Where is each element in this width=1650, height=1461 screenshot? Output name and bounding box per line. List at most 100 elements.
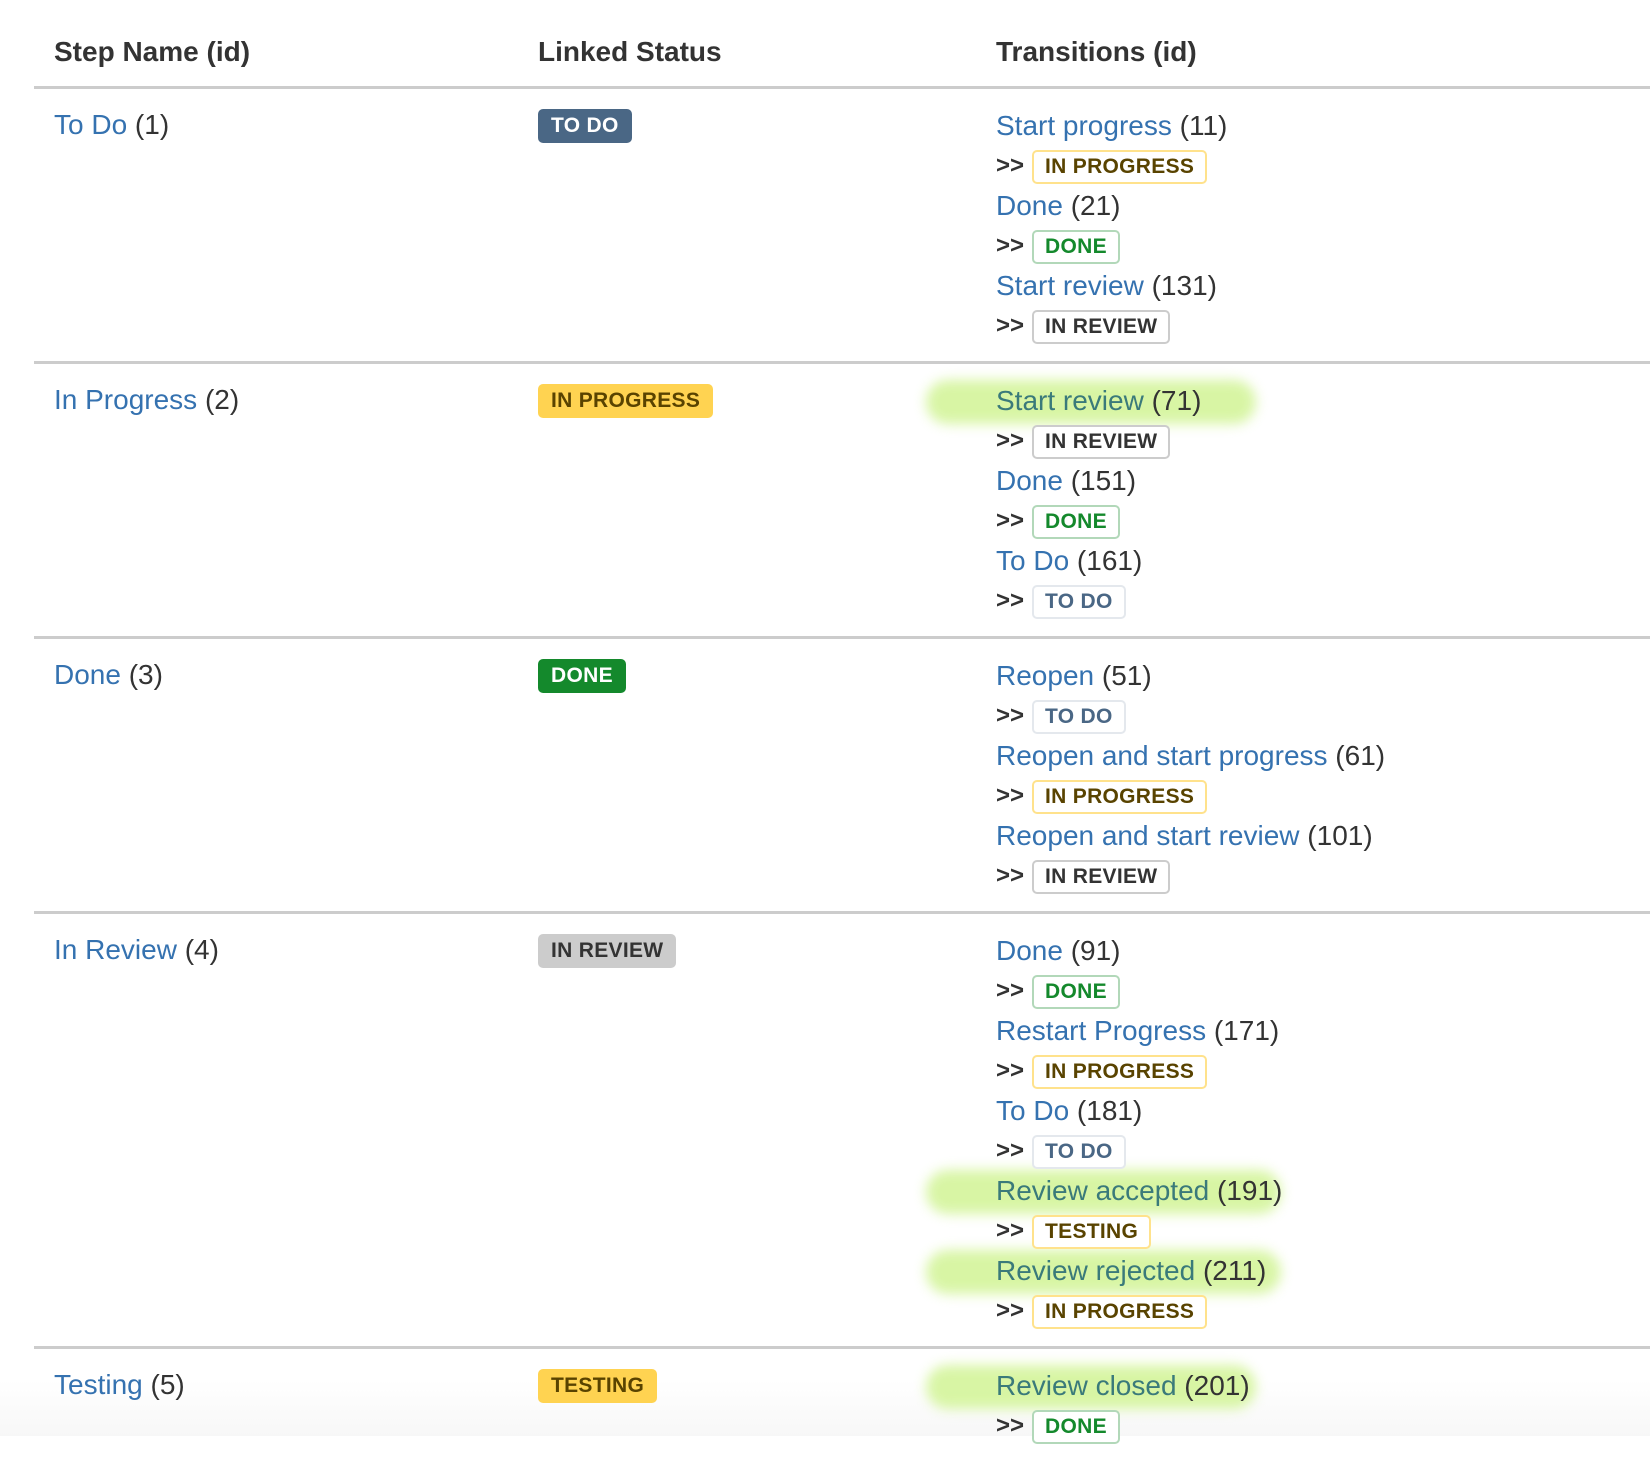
transition-name: Done (21) bbox=[996, 187, 1650, 225]
header-linked-status: Linked Status bbox=[538, 36, 722, 67]
transition-id: (71) bbox=[1143, 385, 1202, 416]
transition-id: (51) bbox=[1094, 660, 1152, 691]
transition-item: Start progress (11) >> IN PROGRESS bbox=[996, 107, 1650, 187]
transition-id: (201) bbox=[1176, 1370, 1250, 1401]
transitions-cell: Review closed (201) >> DONE bbox=[996, 1349, 1650, 1461]
step-id: (2) bbox=[197, 384, 240, 415]
target-status-lozenge: DONE bbox=[1032, 230, 1120, 264]
target-status-lozenge: TESTING bbox=[1032, 1215, 1152, 1249]
transition-item: To Do (181) >> TO DO bbox=[996, 1092, 1650, 1172]
transition-name: Done (151) bbox=[996, 462, 1650, 500]
transition-target: >> IN REVIEW bbox=[996, 855, 1650, 897]
step-cell: To Do (1) bbox=[54, 109, 169, 141]
arrow-icon: >> bbox=[996, 1137, 1025, 1164]
target-status-lozenge: DONE bbox=[1032, 975, 1120, 1009]
transition-link[interactable]: To Do bbox=[996, 545, 1069, 576]
target-status-lozenge: TO DO bbox=[1032, 1135, 1126, 1169]
target-status-lozenge: DONE bbox=[1032, 505, 1120, 539]
step-cell: In Progress (2) bbox=[54, 384, 239, 416]
transition-link[interactable]: Done bbox=[996, 190, 1063, 221]
step-name-link[interactable]: Done bbox=[54, 659, 121, 690]
arrow-icon: >> bbox=[996, 977, 1025, 1004]
table-header: Step Name (id) Linked Status Transitions… bbox=[34, 0, 1650, 89]
status-lozenge: IN PROGRESS bbox=[538, 384, 714, 418]
arrow-icon: >> bbox=[996, 232, 1025, 259]
status-lozenge: IN REVIEW bbox=[538, 934, 677, 968]
transition-id: (171) bbox=[1206, 1015, 1280, 1046]
transition-id: (161) bbox=[1069, 545, 1143, 576]
transition-name: Reopen and start progress (61) bbox=[996, 737, 1650, 775]
linked-status-cell: TO DO bbox=[538, 109, 632, 143]
transition-link[interactable]: Restart Progress bbox=[996, 1015, 1206, 1046]
step-id: (5) bbox=[142, 1369, 185, 1400]
transition-link[interactable]: Done bbox=[996, 935, 1063, 966]
step-id: (1) bbox=[127, 109, 170, 140]
transition-item: Start review (131) >> IN REVIEW bbox=[996, 267, 1650, 347]
arrow-icon: >> bbox=[996, 1297, 1025, 1324]
arrow-icon: >> bbox=[996, 1217, 1025, 1244]
table-row: In Review (4) IN REVIEW Done (91) >> DONE Res… bbox=[34, 914, 1650, 1349]
transition-item: Restart Progress (171) >> IN PROGRESS bbox=[996, 1012, 1650, 1092]
target-status-lozenge: TO DO bbox=[1032, 700, 1126, 734]
step-name-link[interactable]: Testing bbox=[54, 1369, 143, 1400]
transition-link[interactable]: Start review bbox=[996, 385, 1144, 416]
step-cell: Testing (5) bbox=[54, 1369, 185, 1401]
transition-name: Review accepted (191) bbox=[996, 1172, 1650, 1210]
arrow-icon: >> bbox=[996, 1057, 1025, 1084]
transition-link[interactable]: Review rejected bbox=[996, 1255, 1195, 1286]
transition-link[interactable]: To Do bbox=[996, 1095, 1069, 1126]
step-name-link[interactable]: In Progress bbox=[54, 384, 197, 415]
transition-link[interactable]: Done bbox=[996, 465, 1063, 496]
target-status-lozenge: DONE bbox=[1032, 1410, 1120, 1444]
transition-target: >> IN PROGRESS bbox=[996, 145, 1650, 187]
transition-link[interactable]: Review accepted bbox=[996, 1175, 1209, 1206]
transition-link[interactable]: Reopen bbox=[996, 660, 1094, 691]
transition-link[interactable]: Review closed bbox=[996, 1370, 1177, 1401]
transition-link[interactable]: Start review bbox=[996, 270, 1144, 301]
transition-item: Done (91) >> DONE bbox=[996, 932, 1650, 1012]
table-row: Done (3) DONE Reopen (51) >> TO DO Reopen and… bbox=[34, 639, 1650, 914]
arrow-icon: >> bbox=[996, 862, 1025, 889]
linked-status-cell: IN REVIEW bbox=[538, 934, 677, 968]
transition-id: (211) bbox=[1195, 1255, 1267, 1286]
transition-link[interactable]: Start progress bbox=[996, 110, 1172, 141]
linked-status-cell: IN PROGRESS bbox=[538, 384, 714, 418]
transition-link[interactable]: Reopen and start review bbox=[996, 820, 1300, 851]
transition-link[interactable]: Reopen and start progress bbox=[996, 740, 1328, 771]
transition-item: Reopen and start progress (61) >> IN PROGR… bbox=[996, 737, 1650, 817]
transitions-cell: Start progress (11) >> IN PROGRESS Done (21… bbox=[996, 89, 1650, 361]
transition-id: (61) bbox=[1327, 740, 1386, 771]
header-step-name: Step Name (id) bbox=[54, 36, 251, 67]
step-cell: Done (3) bbox=[54, 659, 163, 691]
step-id: (4) bbox=[176, 934, 219, 965]
transition-name: Start review (71) bbox=[996, 382, 1650, 420]
target-status-lozenge: IN PROGRESS bbox=[1032, 1055, 1208, 1089]
status-lozenge: DONE bbox=[538, 659, 626, 693]
transition-target: >> TESTING bbox=[996, 1210, 1650, 1252]
transition-name: Review closed (201) bbox=[996, 1367, 1650, 1405]
transition-id: (101) bbox=[1299, 820, 1373, 851]
transition-name: Done (91) bbox=[996, 932, 1650, 970]
linked-status-cell: DONE bbox=[538, 659, 626, 693]
transition-name: Review rejected (211) bbox=[996, 1252, 1650, 1290]
target-status-lozenge: IN REVIEW bbox=[1032, 310, 1171, 344]
table-body: To Do (1) TO DO Start progress (11) >> IN PR… bbox=[34, 89, 1650, 1461]
step-name-link[interactable]: To Do bbox=[54, 109, 127, 140]
transition-target: >> TO DO bbox=[996, 580, 1650, 622]
status-lozenge: TO DO bbox=[538, 109, 632, 143]
transition-item: Review rejected (211) >> IN PROGRESS bbox=[996, 1252, 1650, 1332]
transitions-cell: Reopen (51) >> TO DO Reopen and start progr… bbox=[996, 639, 1650, 911]
step-name-link[interactable]: In Review bbox=[54, 934, 177, 965]
transition-item: Reopen and start review (101) >> IN REVIEW bbox=[996, 817, 1650, 897]
arrow-icon: >> bbox=[996, 587, 1025, 614]
transition-target: >> DONE bbox=[996, 500, 1650, 542]
transitions-cell: Start review (71) >> IN REVIEW Done (151) >>… bbox=[996, 364, 1650, 636]
arrow-icon: >> bbox=[996, 702, 1025, 729]
transition-name: Start progress (11) bbox=[996, 107, 1650, 145]
transition-target: >> IN PROGRESS bbox=[996, 1050, 1650, 1092]
transition-target: >> DONE bbox=[996, 1405, 1650, 1447]
linked-status-cell: TESTING bbox=[538, 1369, 658, 1403]
transition-item: Review accepted (191) >> TESTING bbox=[996, 1172, 1650, 1252]
arrow-icon: >> bbox=[996, 507, 1025, 534]
arrow-icon: >> bbox=[996, 312, 1025, 339]
